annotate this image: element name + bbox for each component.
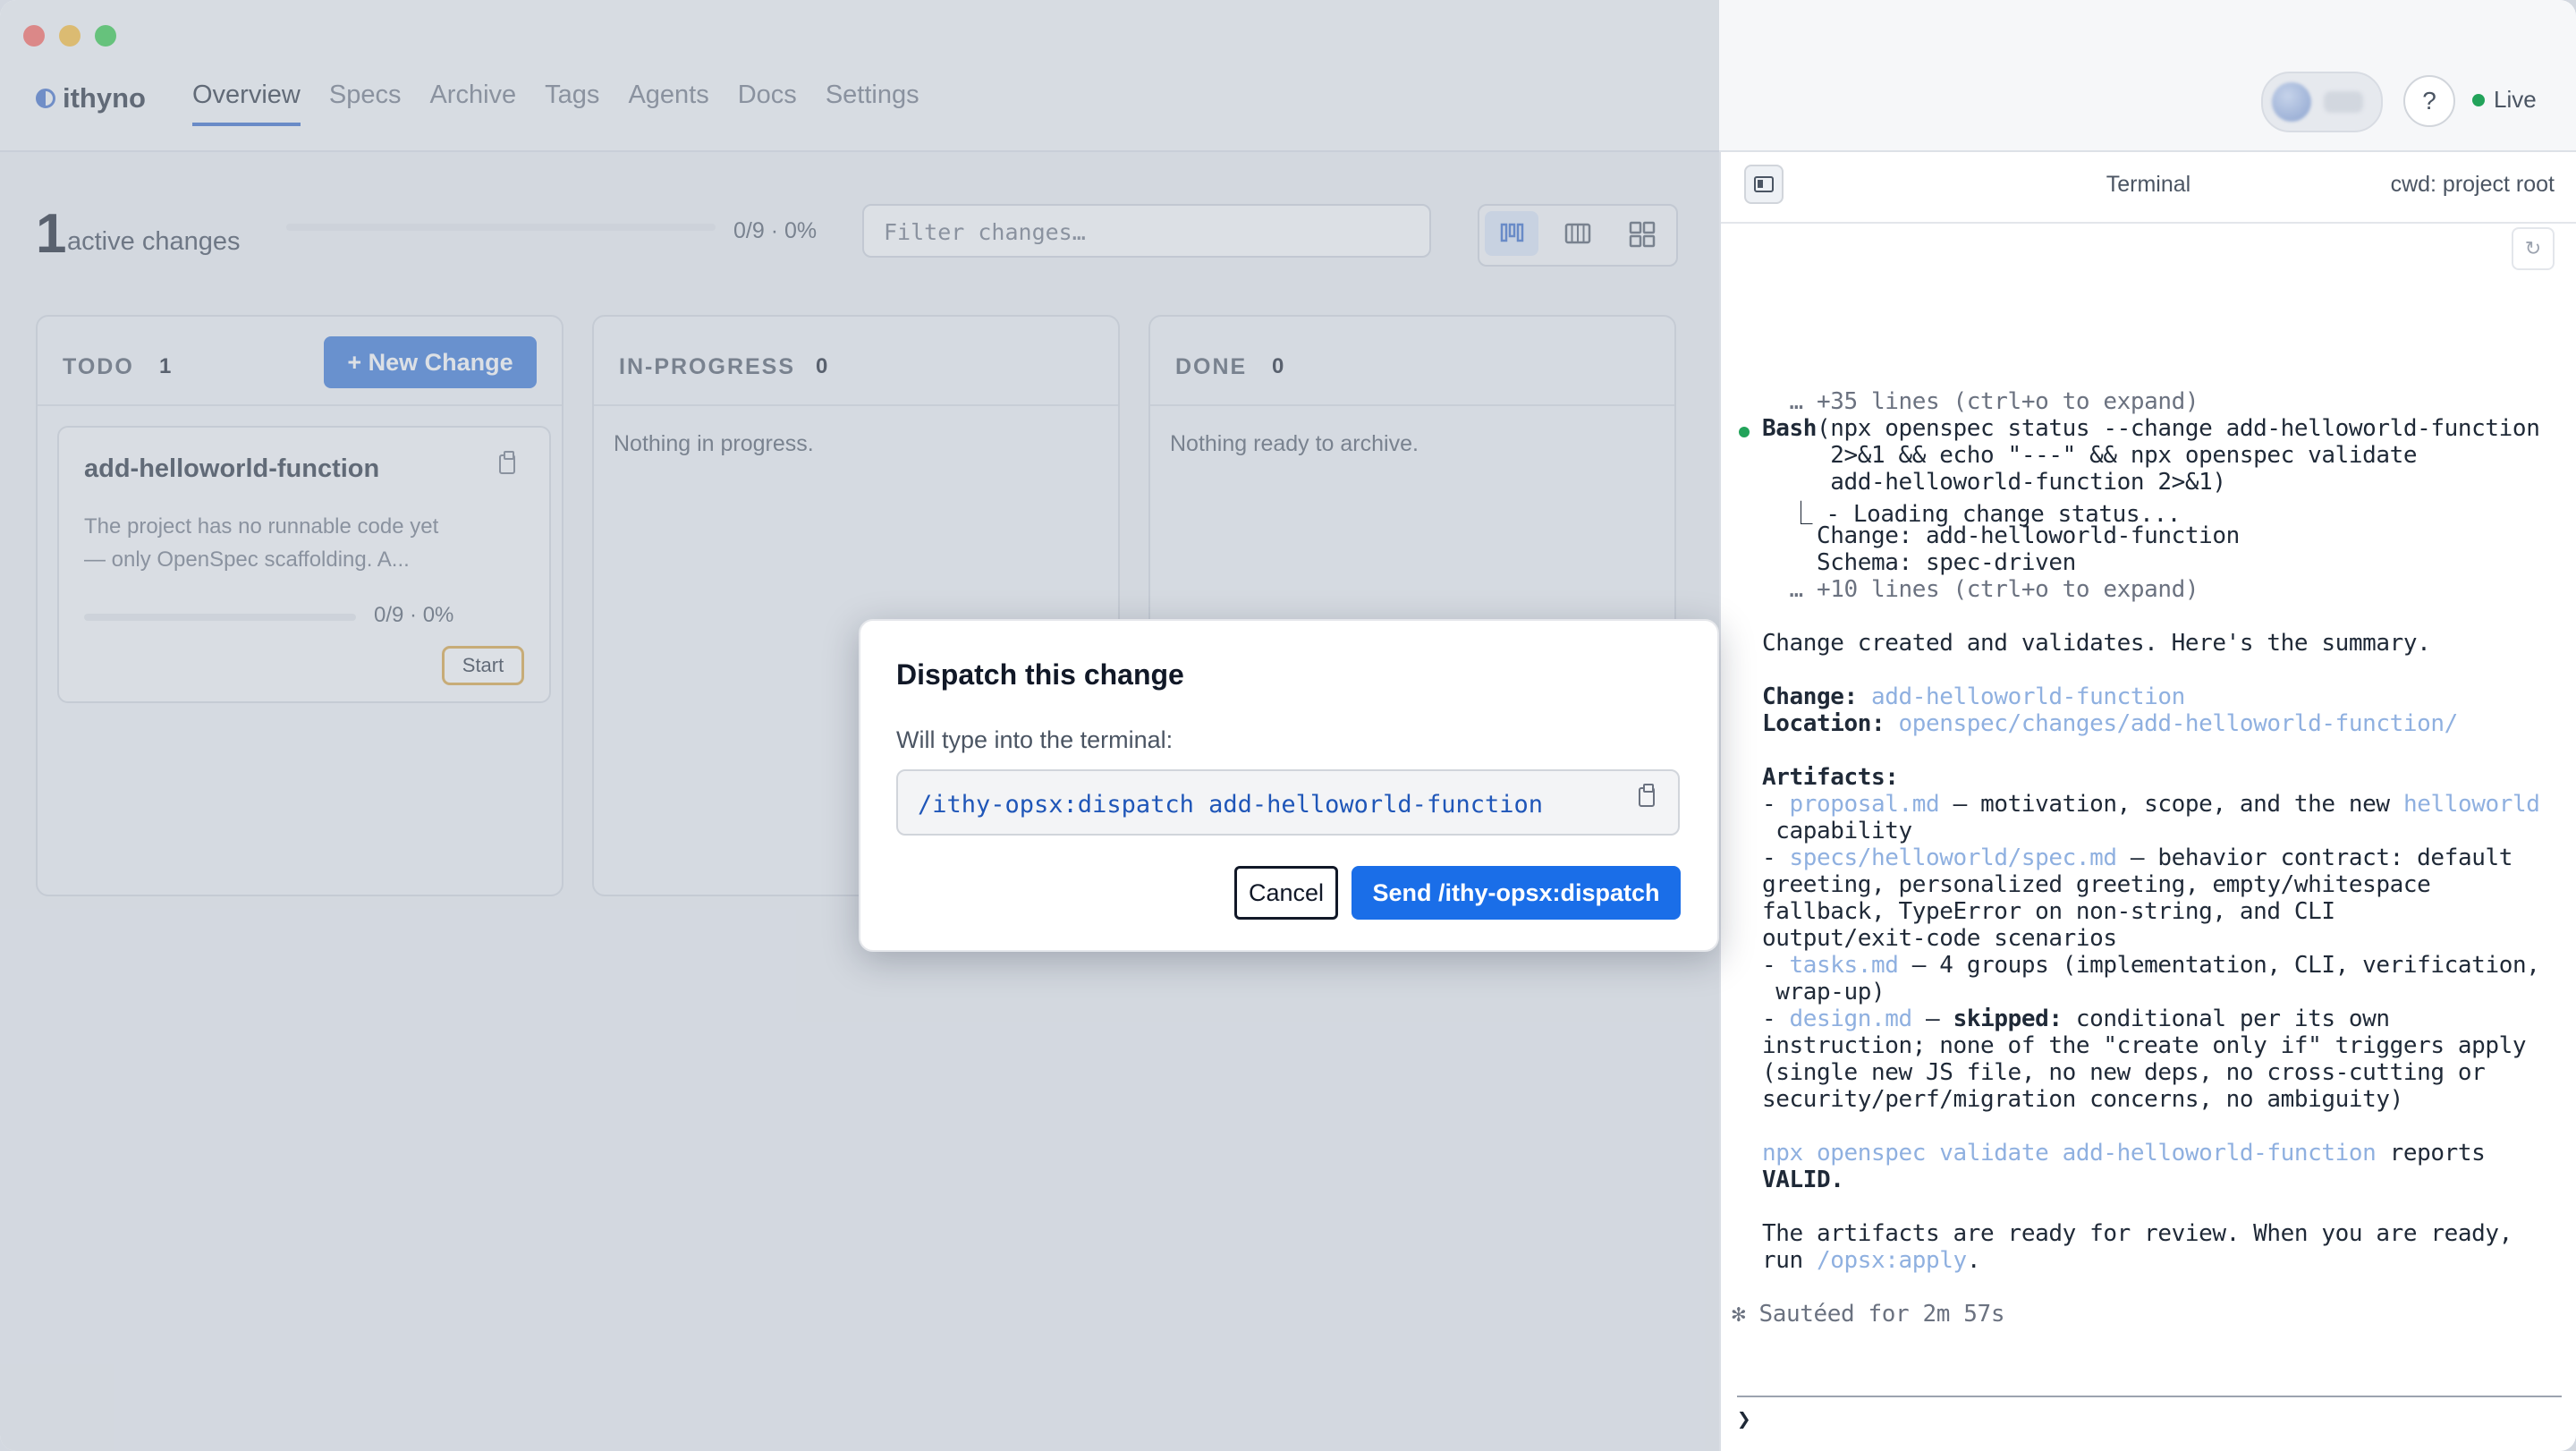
valid-label: VALID. <box>1762 1167 1844 1193</box>
refresh-icon[interactable]: ↻ <box>2512 227 2555 270</box>
terminal-line: Bash(npx openspec status --change add-he… <box>1762 415 2540 442</box>
blurred-username <box>2324 91 2363 113</box>
live-label: Live <box>2494 86 2537 113</box>
bullet: - <box>1762 952 1790 979</box>
status-dot-icon <box>1739 427 1750 437</box>
terminal-line: - proposal.md — motivation, scope, and t… <box>1762 791 2540 818</box>
app-window: ithyno Overview Specs Archive Tags Agent… <box>0 0 2576 1451</box>
text: — <box>1911 1006 1953 1032</box>
terminal-line: npx openspec validate add-helloworld-fun… <box>1762 1140 2486 1167</box>
spec-link[interactable]: specs/helloworld/spec.md <box>1790 844 2117 871</box>
text: . <box>1966 1247 1981 1274</box>
user-menu[interactable] <box>2261 72 2383 132</box>
toggle-panel-button[interactable] <box>1744 165 1784 204</box>
terminal-line: Location: openspec/changes/add-helloworl… <box>1762 710 2458 737</box>
dispatch-dialog: Dispatch this change Will type into the … <box>859 619 1719 952</box>
terminal-line: … +10 lines (ctrl+o to expand) <box>1762 576 2199 603</box>
text: conditional per its own <box>2062 1006 2390 1032</box>
artifacts-label: Artifacts: <box>1762 764 1899 791</box>
bullet: - <box>1762 1006 1790 1032</box>
change-link[interactable]: add-helloworld-function <box>1858 683 2185 710</box>
text: — motivation, scope, and the new <box>1939 791 2403 818</box>
send-dispatch-button[interactable]: Send /ithy-opsx:dispatch <box>1352 866 1681 920</box>
design-link[interactable]: design.md <box>1790 1006 1913 1032</box>
copy-icon[interactable] <box>1639 784 1655 807</box>
terminal-line: instruction; none of the "create only if… <box>1762 1032 2527 1059</box>
terminal-header: Terminal cwd: project root <box>1721 152 2576 224</box>
location-label: Location: <box>1762 710 1885 737</box>
terminal-line: capability <box>1762 818 1912 844</box>
text: run <box>1762 1247 1818 1274</box>
proposal-link[interactable]: proposal.md <box>1790 791 1940 818</box>
live-dot-icon <box>2472 93 2485 106</box>
dialog-title: Dispatch this change <box>896 658 1184 691</box>
terminal-line: 2>&1 && echo "---" && npx openspec valid… <box>1762 442 2418 469</box>
helloworld-link[interactable]: helloworld <box>2403 791 2540 818</box>
terminal-line: - specs/helloworld/spec.md — behavior co… <box>1762 844 2512 871</box>
terminal-line: wrap-up) <box>1762 979 1885 1006</box>
tasks-link[interactable]: tasks.md <box>1790 952 1899 979</box>
terminal-prompt-input[interactable]: ❯ <box>1737 1406 1751 1433</box>
text: — behavior contract: default <box>2116 844 2513 871</box>
avatar <box>2272 82 2311 122</box>
change-label: Change: <box>1762 683 1858 710</box>
terminal-line: greeting, personalized greeting, empty/w… <box>1762 871 2431 898</box>
command-preview: /ithy-opsx:dispatch add-helloworld-funct… <box>896 769 1680 836</box>
terminal-line: - design.md — skipped: conditional per i… <box>1762 1006 2390 1032</box>
dialog-subtitle: Will type into the terminal: <box>896 726 1174 753</box>
help-button[interactable]: ? <box>2403 75 2455 127</box>
sauteed-status: ✻ Sautéed for 2m 57s <box>1732 1301 2005 1328</box>
terminal-line: Change: add-helloworld-function <box>1762 522 2240 549</box>
bullet: - <box>1762 791 1790 818</box>
terminal-line: (single new JS file, no new deps, no cro… <box>1762 1059 2486 1086</box>
bash-cmd: (npx openspec status --change add-hellow… <box>1817 415 2540 442</box>
location-link[interactable]: openspec/changes/add-helloworld-function… <box>1885 710 2459 737</box>
terminal-line: output/exit-code scenarios <box>1762 925 2117 952</box>
terminal-title: Terminal <box>2106 172 2191 197</box>
command-text: /ithy-opsx:dispatch add-helloworld-funct… <box>918 791 1543 819</box>
terminal-line: - tasks.md — 4 groups (implementation, C… <box>1762 952 2540 979</box>
prompt-divider <box>1737 1396 2562 1397</box>
sidebar-icon <box>1754 176 1774 192</box>
bullet: - <box>1762 844 1790 871</box>
skipped-label: skipped: <box>1953 1006 2063 1032</box>
terminal-line: … +35 lines (ctrl+o to expand) <box>1762 388 2199 415</box>
terminal-panel: Terminal cwd: project root … +35 lines (… <box>1719 152 2576 1451</box>
terminal-line: run /opsx:apply. <box>1762 1247 1980 1274</box>
terminal-line: Schema: spec-driven <box>1762 549 2076 576</box>
cancel-button[interactable]: Cancel <box>1234 866 1338 920</box>
text: reports <box>2376 1140 2486 1167</box>
apply-link[interactable]: /opsx:apply <box>1817 1247 1967 1274</box>
terminal-cwd: cwd: project root <box>2390 172 2555 197</box>
terminal-line: add-helloworld-function 2>&1) <box>1762 469 2226 496</box>
terminal-line: fallback, TypeError on non-string, and C… <box>1762 898 2335 925</box>
terminal-line: The artifacts are ready for review. When… <box>1762 1220 2512 1247</box>
terminal-line: security/perf/migration concerns, no amb… <box>1762 1086 2403 1113</box>
terminal-line: Change created and validates. Here's the… <box>1762 630 2431 657</box>
text: — 4 groups (implementation, CLI, verific… <box>1898 952 2540 979</box>
validate-link[interactable]: npx openspec validate add-helloworld-fun… <box>1762 1140 2377 1167</box>
bash-label: Bash <box>1762 415 1818 442</box>
terminal-line: Change: add-helloworld-function <box>1762 683 2185 710</box>
live-status: Live <box>2472 86 2537 114</box>
